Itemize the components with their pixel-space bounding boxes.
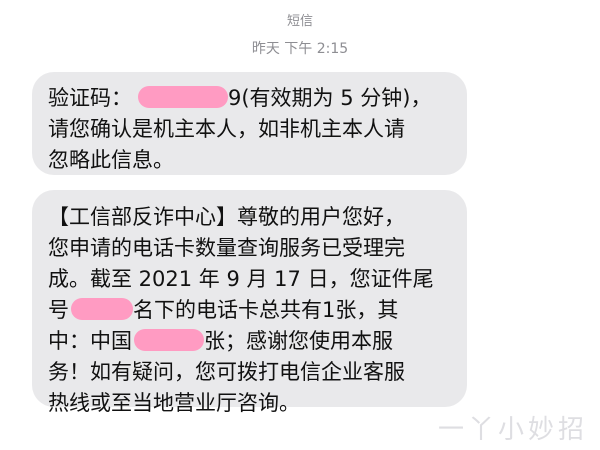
message-line: 热线或至当地营业厅咨询。 xyxy=(48,391,300,415)
code-suffix-text: 9(有效期为 5 分钟)， xyxy=(228,86,432,110)
id-prefix-text: 号 xyxy=(48,298,69,322)
message-line: 成。截至 2021 年 9 月 17 日，您证件尾 xyxy=(48,267,434,291)
redaction-mark xyxy=(134,329,204,351)
message-line: 中：中国 张；感谢您使用本服 xyxy=(48,326,449,357)
message-line: 【工信部反诈中心】尊敬的用户您好， xyxy=(48,205,405,229)
watermark-logo: 一丫小妙招 xyxy=(438,415,589,445)
conversation-title: 短信 xyxy=(286,14,313,29)
redaction-mark xyxy=(138,86,228,108)
message-line: 务！如有疑问，您可拨打电信企业客服 xyxy=(48,360,405,384)
message-timestamp: 昨天 下午 2:15 xyxy=(251,41,349,57)
message-line: 您申请的电话卡数量查询服务已受理完 xyxy=(48,236,405,260)
message-line: 验证码： 9(有效期为 5 分钟)， xyxy=(48,83,449,114)
message-line: 号 名下的电话卡总共有1张，其 xyxy=(48,295,449,326)
message-line: 忽略此信息。 xyxy=(48,148,174,172)
carrier-prefix-text: 中：中国 xyxy=(48,329,132,353)
id-suffix-text: 名下的电话卡总共有1张，其 xyxy=(133,298,399,322)
carrier-suffix-text: 张；感谢您使用本服 xyxy=(204,329,393,353)
message-line: 请您确认是机主本人，如非机主本人请 xyxy=(48,117,405,141)
redaction-mark xyxy=(71,298,133,320)
message-bubble-verification[interactable]: 验证码： 9(有效期为 5 分钟)， 请您确认是机主本人，如非机主本人请 忽略此信… xyxy=(32,72,467,175)
code-prefix-text: 验证码： xyxy=(48,86,132,110)
message-bubble-anti-fraud[interactable]: 【工信部反诈中心】尊敬的用户您好， 您申请的电话卡数量查询服务已受理完 成。截至… xyxy=(32,190,467,415)
